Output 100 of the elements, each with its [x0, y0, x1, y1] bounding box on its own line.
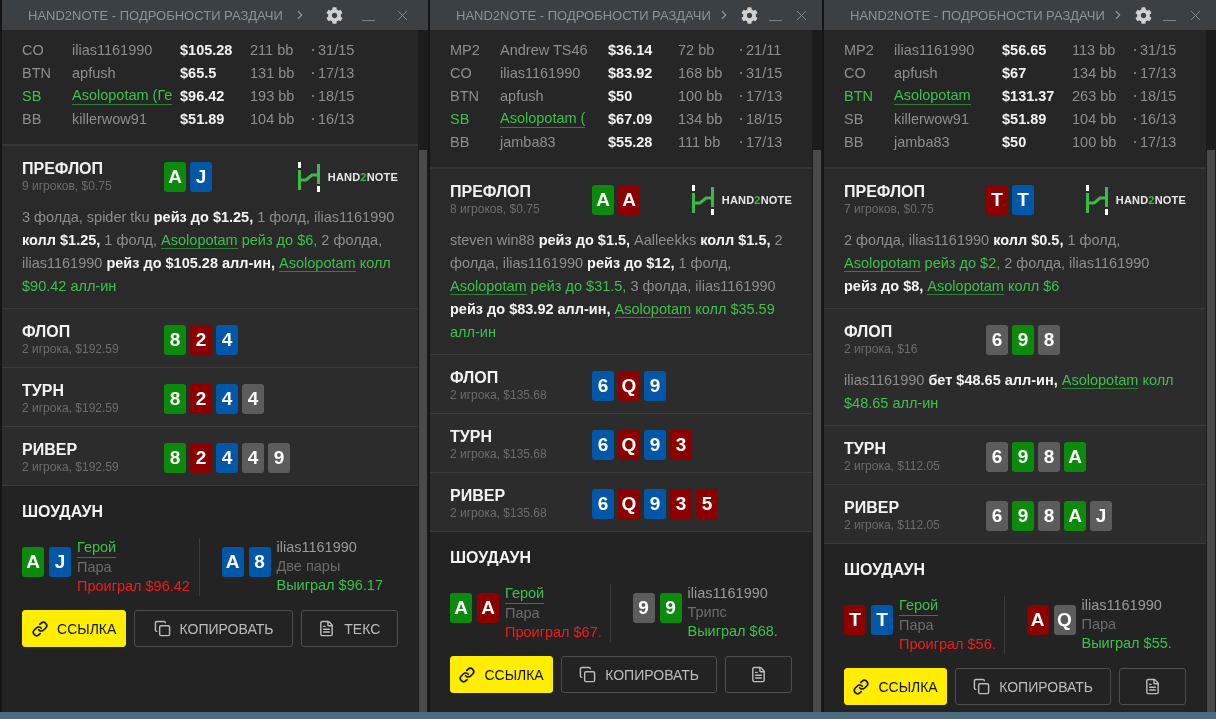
- showdown-title: ШОУДАУН: [22, 502, 105, 522]
- stack-cell: $55.28: [608, 133, 653, 150]
- copy-icon: [973, 678, 991, 695]
- position-cell: BTN: [22, 64, 51, 81]
- street-title: ТУРН: [844, 439, 887, 459]
- playing-card: 9: [659, 593, 682, 623]
- window-title: HAND2NOTE - ПОДРОБНОСТИ РАЗДАЧИ: [456, 7, 711, 23]
- playing-card: Q: [618, 429, 640, 460]
- street-title: РИВЕР: [450, 486, 507, 506]
- street-subtitle: 7 игроков, $0.75: [844, 202, 935, 217]
- player-link[interactable]: Asolopotam: [844, 255, 921, 272]
- stack-cell: $96.42: [180, 87, 225, 104]
- playing-card: 9: [644, 488, 666, 519]
- player-name[interactable]: Asolopotam (Ге: [72, 86, 173, 105]
- playing-card: 9: [632, 593, 655, 623]
- player-name[interactable]: Герой: [505, 584, 545, 604]
- playing-card: 8: [1038, 441, 1060, 472]
- hand-rank: Пара: [77, 558, 113, 577]
- copy-button[interactable]: КОПИРОВАТЬ: [561, 656, 718, 693]
- link-button[interactable]: ССЫЛКА: [844, 668, 948, 705]
- logo-text: HAND2NOTE: [1115, 193, 1186, 206]
- playing-card: A: [22, 547, 44, 577]
- showdown-title: ШОУДАУН: [844, 560, 927, 580]
- stack-cell: $51.89: [1002, 110, 1047, 127]
- player-name: killerwow91: [72, 110, 147, 127]
- result-text: Проиграл $67.: [505, 623, 602, 642]
- player-link[interactable]: Asolopotam: [450, 278, 527, 295]
- playing-card: 8: [164, 324, 186, 355]
- street-subtitle: 2 игрока, $16: [844, 342, 919, 357]
- minimize-button[interactable]: [362, 19, 375, 21]
- player-link[interactable]: Asolopotam: [1061, 372, 1139, 389]
- text-button[interactable]: [725, 656, 792, 693]
- player-name: ilias1161990: [500, 64, 581, 81]
- player-name[interactable]: Asolopotam (: [500, 109, 586, 128]
- copy-icon: [579, 666, 597, 683]
- street-subtitle: 2 игрока, $112.05: [844, 518, 941, 533]
- player-link[interactable]: Asolopotam: [927, 278, 1004, 295]
- result-text: Выиграл $68.: [687, 622, 778, 641]
- playing-card: 8: [1038, 500, 1060, 531]
- logo-text: HAND2NOTE: [327, 170, 398, 183]
- copy-button[interactable]: КОПИРОВАТЬ: [134, 610, 293, 647]
- stats-cell: 18/15: [318, 87, 355, 104]
- link-button[interactable]: ССЫЛКА: [22, 610, 127, 647]
- action-log: 3 фолда, spider tku рейз до $1.25, 1 фолд, ilias1161990 колл $1.25, 1 фолд, Asolopotam рейз до $6, 2 фолда, ilias1161990 рейз до $105.28 алл-ин, Asolopotam колл $90.42 алл-ин: [22, 208, 396, 296]
- playing-card: 8: [164, 442, 186, 473]
- stats-cell: 31/15: [1140, 41, 1177, 58]
- player-link[interactable]: Asolopotam: [161, 232, 238, 249]
- settings-icon[interactable]: [325, 6, 343, 24]
- copy-button[interactable]: КОПИРОВАТЬ: [955, 668, 1112, 705]
- minimize-button[interactable]: [1162, 19, 1176, 21]
- stack-cell: $50: [608, 87, 633, 104]
- position-cell: BTN: [450, 87, 479, 104]
- big-blinds-cell: 100 bb: [678, 87, 723, 104]
- playing-card: T: [1012, 184, 1034, 215]
- result-text: Выиграл $96.17: [276, 576, 383, 595]
- street-subtitle: 2 игрока, $192.59: [22, 460, 120, 475]
- street-title: ТУРН: [22, 381, 65, 401]
- playing-card: 6: [986, 500, 1008, 531]
- player-name: ilias1161990: [72, 41, 153, 58]
- stats-cell: 17/13: [318, 64, 355, 81]
- street-subtitle: 2 игрока, $192.59: [22, 342, 120, 357]
- big-blinds-cell: 193 bb: [250, 87, 295, 104]
- street-title: ФЛОП: [22, 322, 72, 342]
- playing-card: 2: [190, 442, 212, 473]
- street-title: РИВЕР: [844, 498, 901, 518]
- playing-card: Q: [1053, 605, 1076, 635]
- link-button[interactable]: ССЫЛКА: [450, 656, 554, 693]
- stats-cell: 21/11: [746, 41, 782, 58]
- playing-card: 4: [242, 383, 264, 414]
- minimize-button[interactable]: [768, 19, 782, 21]
- player-name[interactable]: Герой: [77, 538, 117, 558]
- playing-card: A: [618, 184, 640, 215]
- player-name[interactable]: Герой: [899, 596, 939, 616]
- playing-card: 2: [190, 324, 212, 355]
- logo-icon: [1085, 184, 1108, 215]
- big-blinds-cell: 168 bb: [678, 64, 723, 81]
- stats-cell: 17/13: [746, 87, 783, 104]
- stack-cell: $67: [1002, 64, 1027, 81]
- big-blinds-cell: 263 bb: [1072, 87, 1117, 104]
- window-title: HAND2NOTE - ПОДРОБНОСТИ РАЗДАЧИ: [850, 7, 1105, 23]
- player-link[interactable]: Asolopotam: [279, 255, 356, 272]
- player-name: apfush: [72, 64, 116, 81]
- position-cell: CO: [22, 41, 44, 58]
- showdown-title: ШОУДАУН: [450, 548, 533, 568]
- text-button[interactable]: [1119, 668, 1186, 705]
- street-title: ФЛОП: [844, 322, 894, 342]
- player-name[interactable]: Asolopotam: [894, 86, 971, 105]
- settings-icon[interactable]: [740, 6, 758, 24]
- settings-icon[interactable]: [1134, 6, 1152, 24]
- street-subtitle: 2 игрока, $192.59: [22, 401, 120, 416]
- playing-card: J: [49, 547, 71, 577]
- player-name: killerwow91: [894, 110, 969, 127]
- stats-cell: 17/13: [1140, 133, 1177, 150]
- position-cell: MP2: [844, 41, 874, 58]
- hand-rank: Трипс: [687, 603, 728, 622]
- hand-rank: Две пары: [276, 557, 342, 576]
- player-link[interactable]: Asolopotam: [614, 301, 692, 318]
- text-button[interactable]: ТЕКС: [300, 610, 398, 647]
- stats-cell: 16/13: [318, 110, 355, 127]
- action-log: 2 фолда, ilias1161990 колл $0.5, 1 фолд, Asolopotam рейз до $2, 2 фолда, ilias1161990 рейз до $8, Asolopotam колл $6: [844, 231, 1151, 297]
